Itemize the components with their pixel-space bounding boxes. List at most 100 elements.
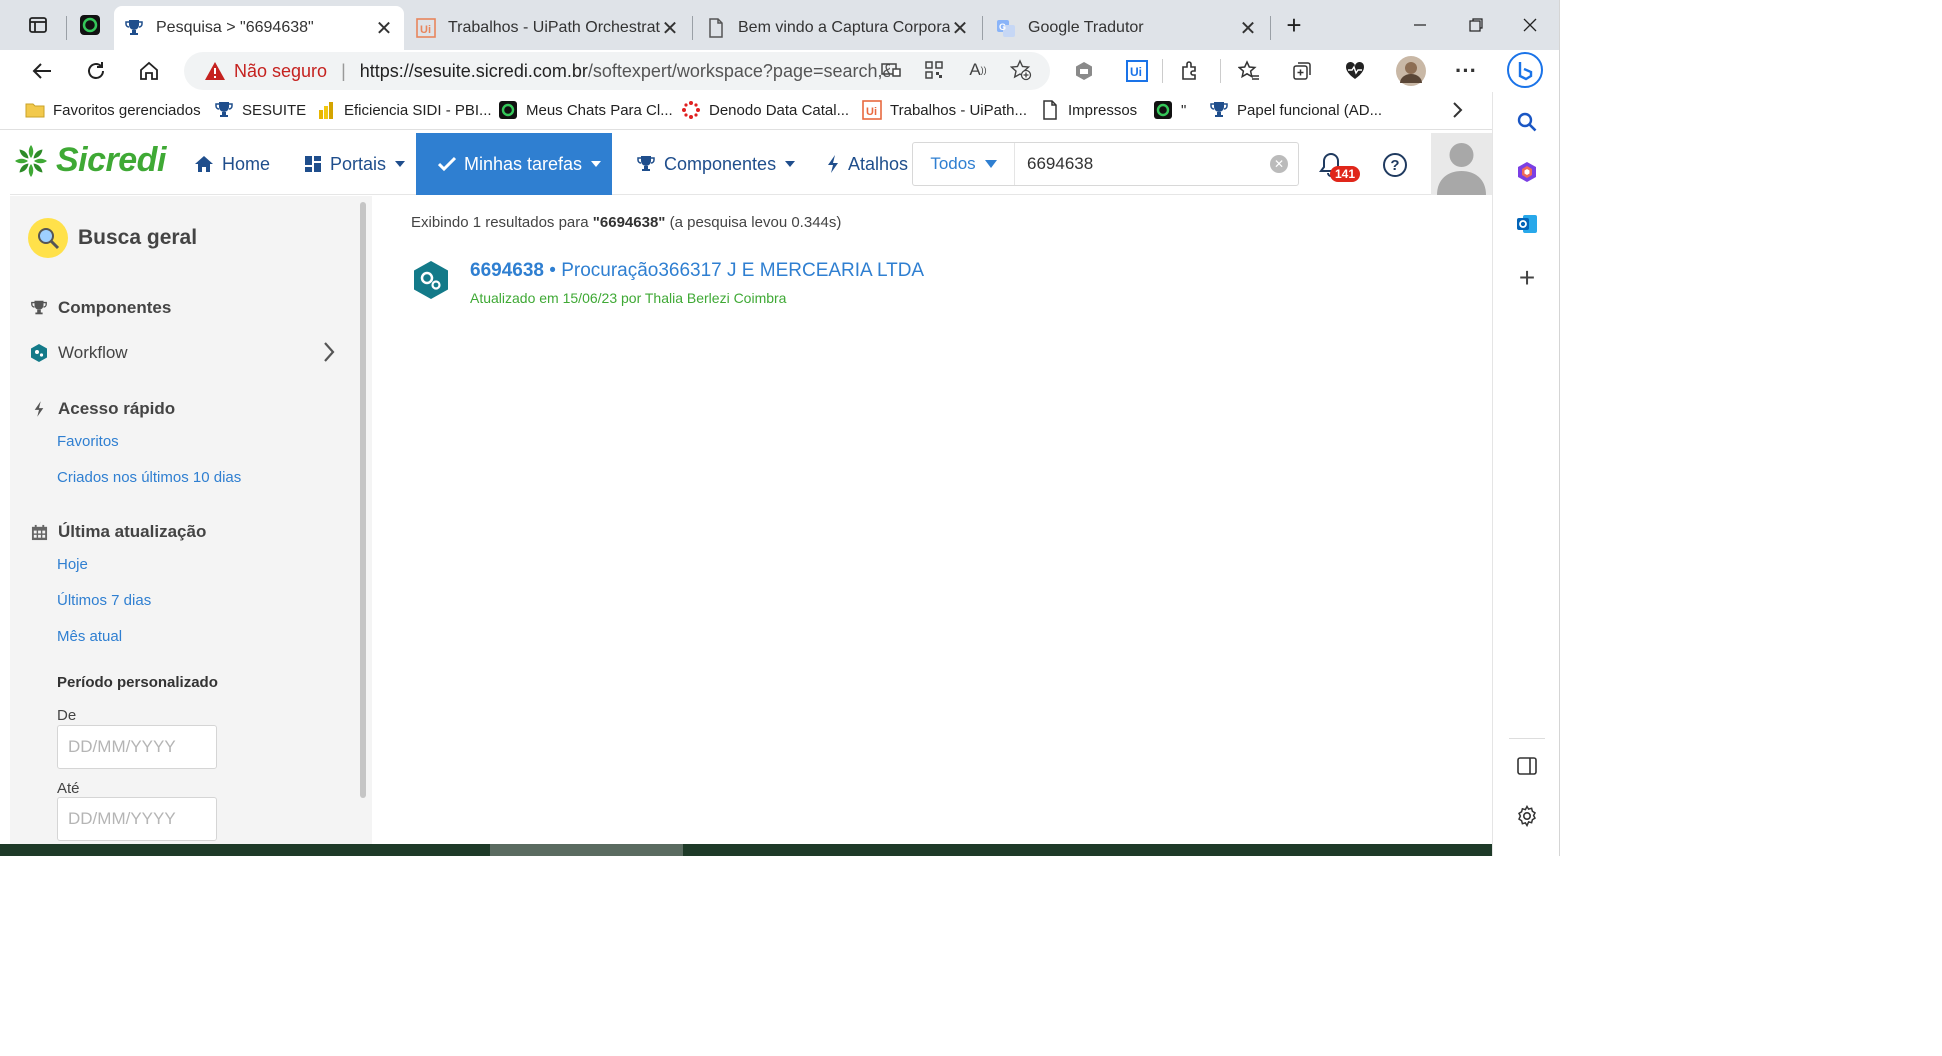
back-icon[interactable] xyxy=(27,56,57,86)
bookmark-trabalhos-uipath[interactable]: Ui Trabalhos - UiPath... xyxy=(862,100,1027,120)
address-separator: | xyxy=(341,60,346,81)
pinned-chat-tab-icon[interactable] xyxy=(78,13,102,37)
clear-search-icon[interactable]: ✕ xyxy=(1270,155,1288,173)
page-icon xyxy=(1040,100,1060,120)
tab-uipath[interactable]: Ui Trabalhos - UiPath Orchestrator ✕ xyxy=(406,6,690,50)
trophy-icon xyxy=(1209,100,1229,120)
close-window-icon[interactable] xyxy=(1518,13,1542,37)
notification-badge: 141 xyxy=(1330,166,1361,182)
chevron-right-icon[interactable] xyxy=(1450,101,1464,119)
hide-sidebar-icon[interactable] xyxy=(1511,750,1543,782)
close-tab-icon[interactable]: ✕ xyxy=(950,16,970,41)
link-mes-atual[interactable]: Mês atual xyxy=(57,628,122,645)
app-available-icon[interactable] xyxy=(879,58,903,82)
not-secure-indicator[interactable]: Não seguro xyxy=(204,61,327,82)
search-scope-dropdown[interactable]: Todos xyxy=(913,143,1015,185)
date-to-field[interactable]: DD/MM/YYYY xyxy=(57,797,217,841)
svg-text:G: G xyxy=(999,22,1006,32)
bookmark-meus-chats[interactable]: Meus Chats Para Cl... xyxy=(498,100,673,120)
search-icon[interactable] xyxy=(1511,106,1543,138)
bottom-scrollbar[interactable] xyxy=(0,844,1492,856)
menu-atalhos-label: Atalhos xyxy=(848,153,909,174)
add-favorite-icon[interactable] xyxy=(1009,58,1033,82)
caret-down-icon xyxy=(591,161,602,167)
user-avatar[interactable] xyxy=(1431,133,1492,195)
bookmark-label: Trabalhos - UiPath... xyxy=(890,101,1027,119)
microsoft365-icon[interactable] xyxy=(1511,156,1543,188)
close-tab-icon[interactable]: ✕ xyxy=(374,16,394,41)
search-input[interactable]: 6694638 xyxy=(1015,154,1270,174)
uipath-icon: Ui xyxy=(862,100,882,120)
bookmark-papel-funcional[interactable]: Papel funcional (AD... xyxy=(1209,100,1382,120)
restore-icon[interactable] xyxy=(1464,13,1488,37)
menu-atalhos[interactable]: Atalhos xyxy=(826,133,908,195)
date-from-field[interactable]: DD/MM/YYYY xyxy=(57,725,217,769)
edge-sidebar: + xyxy=(1492,92,1559,856)
busca-geral-heading: Busca geral xyxy=(28,218,197,258)
favorites-icon[interactable] xyxy=(1235,57,1263,85)
caret-down-icon xyxy=(785,161,796,167)
app-header: Sicredi Home Portais Minhas tarefas Comp… xyxy=(10,133,1492,195)
extensions-icon[interactable] xyxy=(1176,57,1204,85)
sicredi-logo[interactable]: Sicredi xyxy=(12,141,166,180)
link-favoritos[interactable]: Favoritos xyxy=(57,433,119,450)
menu-home[interactable]: Home xyxy=(194,133,270,195)
bookmark-sesuite[interactable]: SESUITE xyxy=(214,100,306,120)
bookmark-favoritos-gerenciados[interactable]: Favoritos gerenciados xyxy=(25,100,201,120)
tab-strip: Pesquisa > "6694638" ✕ Ui Trabalhos - Ui… xyxy=(0,0,1559,50)
help-icon[interactable]: ? xyxy=(1383,153,1407,177)
qr-code-icon[interactable] xyxy=(922,58,946,82)
left-panel-scrollbar[interactable] xyxy=(360,202,366,798)
collections-icon[interactable] xyxy=(1288,57,1316,85)
extension-gray-icon[interactable] xyxy=(1070,57,1098,85)
new-tab-icon[interactable]: + xyxy=(1282,10,1306,40)
caret-down-icon xyxy=(984,160,997,168)
tab-actions-icon[interactable] xyxy=(26,13,50,37)
sicredi-logo-icon xyxy=(15,144,47,177)
link-criados-ultimos-10-dias[interactable]: Criados nos últimos 10 dias xyxy=(57,469,241,486)
scrollbar-thumb[interactable] xyxy=(490,844,683,856)
home-icon xyxy=(194,155,214,173)
tab-title: Trabalhos - UiPath Orchestrator xyxy=(448,19,660,36)
uipath-icon: Ui xyxy=(416,18,436,38)
acesso-rapido-label: Acesso rápido xyxy=(58,399,176,418)
more-options-icon[interactable]: ··· xyxy=(1452,57,1480,85)
address-toolbar: Não seguro | https://sesuite.sicredi.com… xyxy=(0,50,1559,92)
uipath-extension-icon[interactable]: Ui xyxy=(1123,57,1151,85)
menu-portais-label: Portais xyxy=(330,153,387,174)
bookmark-impressos[interactable]: Impressos xyxy=(1040,100,1137,120)
svg-text:Ui: Ui xyxy=(1130,65,1142,79)
search-magnifier-icon xyxy=(28,218,68,258)
tab-captura[interactable]: Bem vindo a Captura Corporativa ✕ xyxy=(696,6,980,50)
menu-componentes[interactable]: Componentes xyxy=(636,133,796,195)
link-ultimos-7-dias[interactable]: Últimos 7 dias xyxy=(57,592,151,609)
bookmark-denodo[interactable]: Denodo Data Catal... xyxy=(681,100,849,120)
read-aloud-icon[interactable]: A)) xyxy=(966,58,990,82)
outlook-icon[interactable] xyxy=(1511,208,1543,240)
menu-minhas-tarefas-label: Minhas tarefas xyxy=(464,153,583,174)
logo-text: Sicredi xyxy=(56,141,166,179)
search-result-item[interactable]: 6694638 • Procuração366317 J E MERCEARIA… xyxy=(412,258,1112,318)
menu-portais[interactable]: Portais xyxy=(304,133,406,195)
lightning-icon xyxy=(826,154,840,174)
close-tab-icon[interactable]: ✕ xyxy=(1238,16,1258,41)
browser-essentials-icon[interactable] xyxy=(1341,57,1369,85)
tab-google-tradutor[interactable]: G Google Tradutor ✕ xyxy=(986,6,1268,50)
add-sidebar-app-icon[interactable]: + xyxy=(1511,262,1543,294)
workflow-filter-item[interactable]: Workflow xyxy=(30,342,350,363)
link-hoje[interactable]: Hoje xyxy=(57,556,88,573)
settings-gear-icon[interactable] xyxy=(1511,800,1543,832)
result-title-link[interactable]: 6694638 • Procuração366317 J E MERCEARIA… xyxy=(470,260,924,282)
bookmark-eficiencia-sidi[interactable]: Eficiencia SIDI - PBI... xyxy=(316,100,492,120)
favorites-bar: Favoritos gerenciados SESUITE Eficiencia… xyxy=(0,92,1492,130)
tab-pesquisa[interactable]: Pesquisa > "6694638" ✕ xyxy=(114,6,404,50)
bing-copilot-icon[interactable] xyxy=(1507,52,1543,88)
profile-avatar-icon[interactable] xyxy=(1396,56,1426,86)
menu-minhas-tarefas[interactable]: Minhas tarefas xyxy=(416,133,612,195)
reload-icon[interactable] xyxy=(81,56,111,86)
minimize-icon[interactable] xyxy=(1408,13,1432,37)
bookmark-chat-quote[interactable]: " xyxy=(1153,100,1186,120)
close-tab-icon[interactable]: ✕ xyxy=(660,16,680,41)
home-browser-icon[interactable] xyxy=(134,56,164,86)
address-bar[interactable]: Não seguro | https://sesuite.sicredi.com… xyxy=(184,52,1050,90)
